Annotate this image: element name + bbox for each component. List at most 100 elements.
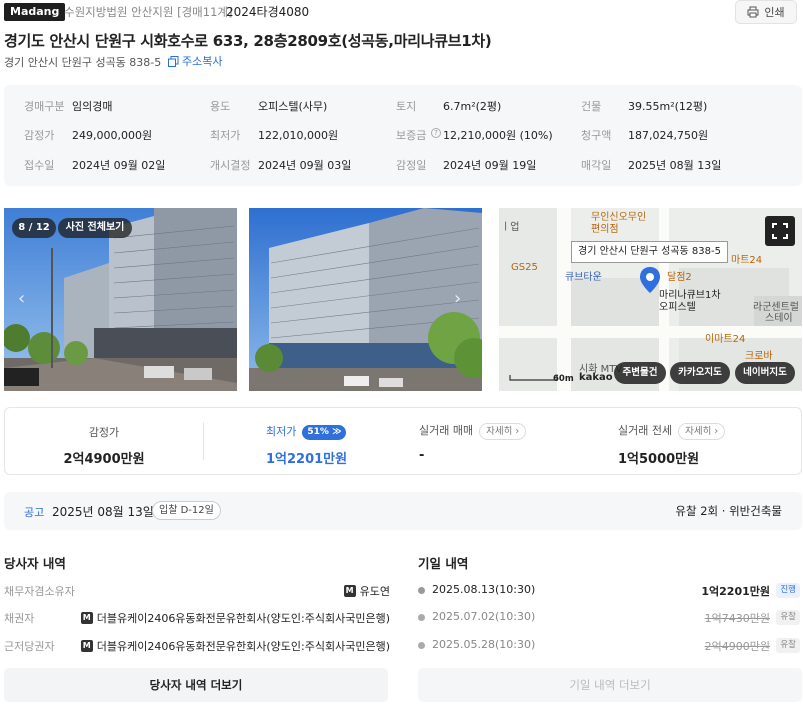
- map-place-label: 크로바: [745, 351, 773, 362]
- party-value: 유도연: [359, 585, 390, 598]
- info-value: 2024년 09월 03일: [258, 159, 352, 172]
- fullscreen-map-button[interactable]: [765, 216, 795, 246]
- info-value: 6.7m²(2평): [443, 100, 502, 113]
- schedule-date: 2025.05.28(10:30): [432, 638, 536, 651]
- map-place-label: 편의점: [591, 224, 619, 235]
- nearby-properties-button[interactable]: 주변물건: [614, 362, 666, 384]
- price-value: 1억2201만원: [266, 452, 348, 467]
- member-icon: M: [80, 612, 93, 624]
- case-number: 2024타경4080: [226, 5, 310, 19]
- info-label: 보증금: [396, 129, 427, 142]
- parties-title: 당사자 내역: [4, 556, 66, 571]
- naver-map-button[interactable]: 네이버지도: [735, 362, 795, 384]
- map-place-label: 큐브타운: [565, 272, 602, 283]
- schedule-price: 1억2201만원: [701, 585, 770, 598]
- price-label: 실거래 전세: [618, 424, 673, 437]
- info-value: 2024년 09월 19일: [443, 159, 537, 172]
- party-row: 근저당권자 M 더블유케이2406유동화전문유한회사(양도인:주식회사국민은행): [4, 638, 392, 656]
- price-minimum: 최저가 51% ≫ 1억2201만원: [204, 408, 404, 474]
- party-row: 채무자겸소유자 M 유도연: [4, 583, 392, 601]
- price-summary: 감정가 2억4900만원 최저가 51% ≫ 1억2201만원 실거래 매매 자세히…: [4, 407, 802, 475]
- prev-photo-icon[interactable]: ‹: [18, 288, 25, 309]
- party-label: 채권자: [4, 612, 35, 625]
- info-value: 2024년 09월 02일: [72, 159, 166, 172]
- map-place-label: ㅣ업: [501, 222, 520, 233]
- member-icon: M: [80, 640, 93, 652]
- status-dot: [418, 614, 425, 621]
- notice-bar: 공고 2025년 08월 13일 입찰 D-12일 유찰 2회 · 위반건축물: [4, 492, 802, 530]
- info-label: 감정가: [24, 129, 55, 142]
- copy-icon: [168, 55, 179, 67]
- lot-address: 경기 안산시 단원구 성곡동 838-5: [4, 56, 162, 69]
- info-value: 249,000,000원: [72, 129, 153, 142]
- price-value: 2억4900만원: [63, 452, 145, 467]
- price-value: -: [419, 448, 425, 463]
- map-pin-icon[interactable]: [639, 266, 661, 294]
- schedule-date: 2025.08.13(10:30): [432, 583, 536, 596]
- view-all-photos-button[interactable]: 사진 전체보기: [58, 218, 132, 238]
- map-scale-label: 60m: [553, 374, 574, 384]
- location-map[interactable]: ㅣ업 무인신오무인 편의점 GS25 큐브타운 달점2 마트24 라군센트럴 스…: [499, 208, 802, 391]
- info-label: 접수일: [24, 159, 55, 172]
- info-value: 187,024,750원: [628, 129, 709, 142]
- schedule-row: 2025.08.13(10:30) 1억2201만원 진행: [418, 583, 802, 601]
- brand-logo[interactable]: Madang: [4, 3, 66, 21]
- info-label: 토지: [396, 100, 417, 113]
- price-label: 실거래 매매: [419, 424, 474, 437]
- court-name: 수원지방법원 안산지원 [경매11계]: [64, 5, 233, 19]
- kakao-map-button[interactable]: 카카오지도: [670, 362, 730, 384]
- map-building-label: 오피스텔: [659, 302, 696, 313]
- page-title: 경기도 안산시 단원구 시화호수로 633, 28층2809호(성곡동,마리나큐…: [4, 32, 492, 50]
- trade-jeonse-detail-button[interactable]: 자세히 ›: [678, 423, 726, 440]
- party-row: 채권자 M 더블유케이2406유동화전문유한회사(양도인:주식회사국민은행): [4, 610, 392, 628]
- price-trade-jeonse: 실거래 전세 자세히 › 1억5000만원: [618, 408, 798, 474]
- price-label: 감정가: [88, 426, 120, 439]
- schedule-price: 2억4900만원: [704, 640, 770, 653]
- printer-icon: [747, 6, 759, 18]
- price-label: 최저가: [266, 425, 297, 438]
- map-scale-bar: [509, 375, 558, 381]
- info-label: 개시결정: [210, 159, 251, 172]
- status-badge: 유찰: [776, 610, 800, 625]
- schedule-more-button[interactable]: 기일 내역 더보기: [418, 668, 802, 702]
- parties-more-button[interactable]: 당사자 내역 더보기: [4, 668, 388, 702]
- trade-sale-detail-button[interactable]: 자세히 ›: [479, 423, 527, 440]
- member-icon: M: [343, 585, 356, 597]
- status-dot: [418, 642, 425, 649]
- info-value: 12,210,000원 (10%): [443, 129, 553, 142]
- copy-address-button[interactable]: 주소복사: [168, 53, 222, 69]
- status-badge: 진행: [776, 583, 800, 598]
- property-photo-1[interactable]: 8 / 12 사진 전체보기 ‹: [4, 208, 237, 391]
- print-button[interactable]: 인쇄: [735, 0, 797, 24]
- map-place-label: 이마트24: [705, 334, 746, 345]
- info-label: 경매구분: [24, 100, 65, 113]
- party-value: 더블유케이2406유동화전문유한회사(양도인:주식회사국민은행): [96, 612, 390, 625]
- print-label: 인쇄: [764, 6, 785, 19]
- detail-label: 자세히: [685, 426, 712, 437]
- schedule-row: 2025.07.02(10:30) 1억7430만원 유찰: [418, 610, 802, 628]
- info-value: 2025년 08월 13일: [628, 159, 722, 172]
- notice-date: 2025년 08월 13일: [52, 505, 154, 519]
- party-label: 근저당권자: [4, 640, 55, 653]
- price-value: 1억5000만원: [618, 452, 700, 467]
- map-place-label: GS25: [511, 262, 538, 273]
- dday-badge: 입찰 D-12일: [152, 501, 221, 520]
- copy-address-label: 주소복사: [182, 55, 223, 68]
- percent-badge[interactable]: 51% ≫: [302, 425, 347, 440]
- map-place-label: 스테이: [765, 313, 793, 324]
- party-value: 더블유케이2406유동화전문유한회사(양도인:주식회사국민은행): [96, 640, 390, 653]
- property-photo-2[interactable]: ›: [249, 208, 482, 391]
- info-value: 39.55m²(12평): [628, 100, 708, 113]
- status-badge: 유찰: [776, 638, 800, 653]
- next-photo-icon[interactable]: ›: [454, 288, 461, 309]
- map-place-label: 달점2: [667, 272, 692, 283]
- expand-icon: [772, 223, 788, 239]
- info-label: 매각일: [581, 159, 612, 172]
- map-pin-address: 경기 안산시 단원구 성곡동 838-5: [571, 241, 728, 263]
- info-label: 청구액: [581, 129, 612, 142]
- photo-counter: 8 / 12: [12, 218, 56, 238]
- help-icon[interactable]: ?: [431, 128, 441, 138]
- info-label: 건물: [581, 100, 602, 113]
- price-trade-sale: 실거래 매매 자세히 › -: [419, 408, 609, 474]
- info-label: 최저가: [210, 129, 241, 142]
